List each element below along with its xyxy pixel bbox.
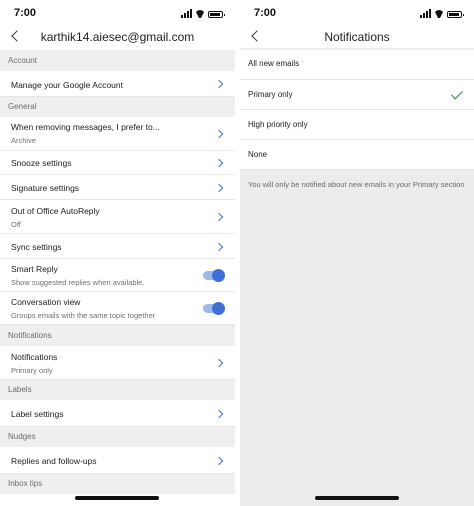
chevron-right-icon — [214, 158, 224, 168]
row-title: Out of Office AutoReply — [11, 206, 100, 216]
row-title: When removing messages, I prefer to... — [11, 122, 160, 132]
chevron-right-icon — [214, 79, 224, 89]
chevron-right-icon — [214, 456, 224, 466]
notification-info-text: You will only be notified about new emai… — [248, 180, 465, 189]
row-title: Smart Reply — [11, 264, 58, 274]
cellular-signal-icon — [181, 9, 192, 18]
cellular-signal-icon — [420, 9, 431, 18]
gmail-settings-screen: 7:00 karthik14.aiesec@gmail.com Account … — [0, 0, 235, 506]
signature-settings-row[interactable]: Signature settings — [0, 175, 235, 200]
chevron-right-icon — [214, 358, 224, 368]
row-subtitle: Groups emails with the same topic togeth… — [11, 311, 156, 320]
option-label: None — [248, 150, 268, 159]
section-notifications: Notifications — [0, 325, 235, 346]
option-label: High priority only — [248, 120, 308, 129]
section-account: Account — [0, 50, 235, 71]
conversation-view-row: Conversation view Groups emails with the… — [0, 292, 235, 325]
smart-reply-row: Smart Reply Show suggested replies when … — [0, 259, 235, 292]
wifi-icon — [434, 10, 444, 18]
option-all-new-emails[interactable]: All new emails — [240, 50, 474, 80]
app-bar: karthik14.aiesec@gmail.com — [0, 26, 235, 48]
chevron-right-icon — [214, 129, 224, 139]
snooze-settings-row[interactable]: Snooze settings — [0, 151, 235, 175]
out-of-office-row[interactable]: Out of Office AutoReply Off — [0, 200, 235, 234]
notifications-screen: 7:00 Notifications All new emails Primar… — [240, 0, 474, 506]
option-high-priority-only[interactable]: High priority only — [240, 110, 474, 140]
notifications-row[interactable]: Notifications Primary only — [0, 346, 235, 380]
chevron-right-icon — [214, 409, 224, 419]
replies-followups-row[interactable]: Replies and follow-ups — [0, 447, 235, 474]
option-primary-only[interactable]: Primary only — [240, 80, 474, 110]
status-bar: 7:00 — [240, 0, 474, 26]
battery-icon — [447, 11, 464, 18]
row-title: Signature settings — [11, 183, 80, 193]
status-icons — [420, 9, 464, 18]
row-value: Off — [11, 220, 21, 229]
status-bar: 7:00 — [0, 0, 235, 26]
section-labels: Labels — [0, 380, 235, 400]
status-icons — [181, 9, 225, 18]
removing-messages-row[interactable]: When removing messages, I prefer to... A… — [0, 117, 235, 151]
row-subtitle: Show suggested replies when available. — [11, 278, 145, 287]
page-title: Notifications — [324, 30, 390, 44]
battery-icon — [208, 11, 225, 18]
label-settings-row[interactable]: Label settings — [0, 400, 235, 427]
checkmark-icon — [450, 87, 464, 100]
account-email-title: karthik14.aiesec@gmail.com — [40, 30, 195, 44]
section-inbox-tips: Inbox tips — [0, 474, 235, 494]
chevron-right-icon — [214, 242, 224, 252]
manage-account-row[interactable]: Manage your Google Account — [0, 71, 235, 97]
row-title: Manage your Google Account — [11, 80, 123, 90]
row-value: Archive — [11, 136, 37, 145]
section-nudges: Nudges — [0, 427, 235, 447]
option-none[interactable]: None — [240, 140, 474, 170]
chevron-right-icon — [214, 183, 224, 193]
row-title: Label settings — [11, 409, 64, 419]
option-label: All new emails — [248, 59, 300, 68]
smart-reply-toggle[interactable] — [203, 269, 225, 282]
status-time: 7:00 — [14, 7, 37, 19]
section-general: General — [0, 97, 235, 117]
row-title: Conversation view — [11, 297, 81, 307]
row-title: Sync settings — [11, 242, 62, 252]
sync-settings-row[interactable]: Sync settings — [0, 234, 235, 259]
chevron-right-icon — [214, 212, 224, 222]
wifi-icon — [195, 10, 205, 18]
option-label: Primary only — [248, 90, 293, 99]
row-title: Replies and follow-ups — [11, 456, 97, 466]
row-value: Primary only — [11, 366, 53, 375]
row-title: Snooze settings — [11, 158, 72, 168]
home-indicator[interactable] — [75, 496, 159, 500]
home-indicator[interactable] — [315, 496, 399, 500]
row-title: Notifications — [11, 352, 58, 362]
notification-options: All new emails Primary only High priorit… — [240, 50, 474, 170]
app-bar: Notifications — [240, 26, 474, 48]
status-time: 7:00 — [254, 7, 277, 19]
settings-list: Account Manage your Google Account Gener… — [0, 50, 235, 494]
conversation-view-toggle[interactable] — [203, 302, 225, 315]
